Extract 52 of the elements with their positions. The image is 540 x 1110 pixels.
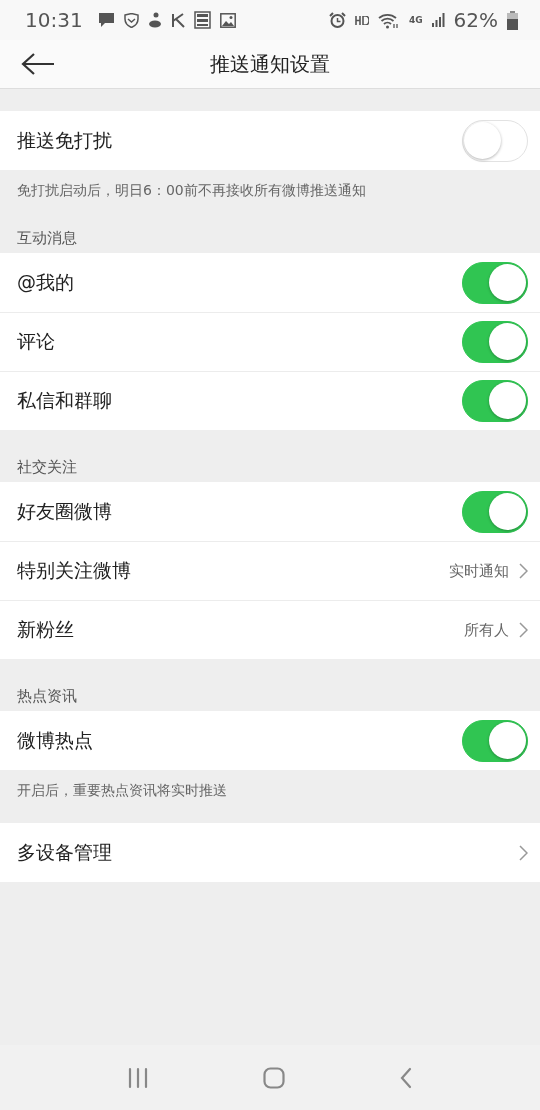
network-type: 4G bbox=[408, 15, 423, 25]
row-label: 评论 bbox=[17, 329, 56, 354]
row-label: @我的 bbox=[17, 269, 75, 295]
row-value: 所有人 bbox=[464, 620, 509, 640]
recent-apps-icon bbox=[127, 1066, 149, 1089]
hd-icon bbox=[354, 15, 369, 25]
toggle-switch[interactable] bbox=[462, 380, 528, 422]
row-label: 私信和群聊 bbox=[17, 388, 113, 413]
settings-row[interactable]: @我的 bbox=[0, 253, 540, 312]
toggle-switch[interactable] bbox=[462, 490, 528, 533]
settings-row[interactable]: 微博热点 bbox=[0, 711, 540, 770]
settings-row[interactable]: 好友圈微博 bbox=[0, 482, 540, 541]
settings-row[interactable]: 私信和群聊 bbox=[0, 371, 540, 430]
chevron-right-icon bbox=[519, 622, 528, 638]
chevron-right-icon bbox=[519, 563, 528, 579]
back-arrow-icon bbox=[21, 52, 55, 76]
toggle-switch[interactable] bbox=[462, 719, 528, 762]
settings-row[interactable]: 评论 bbox=[0, 312, 540, 371]
toggle-switch[interactable] bbox=[462, 261, 528, 304]
signal-icon bbox=[431, 13, 445, 27]
back-icon bbox=[399, 1066, 413, 1089]
k-icon bbox=[170, 12, 185, 28]
settings-row[interactable]: 新粉丝 所有人 bbox=[0, 600, 540, 659]
toggle-switch[interactable] bbox=[462, 321, 528, 363]
section-label: 热点资讯 bbox=[16, 686, 78, 707]
page-title: 推送通知设置 bbox=[210, 50, 330, 78]
section-note: 开启后，重要热点资讯将实时推送 bbox=[16, 781, 228, 800]
home-icon bbox=[263, 1066, 285, 1089]
section-note: 免打扰启动后，明日6：00前不再接收所有微博推送通知 bbox=[16, 181, 367, 200]
settings-row[interactable]: 多设备管理 bbox=[0, 823, 540, 882]
section-label: 社交关注 bbox=[16, 457, 78, 478]
status-time: 10:31 bbox=[25, 8, 83, 32]
row-label: 多设备管理 bbox=[17, 839, 113, 865]
shield-icon bbox=[123, 12, 139, 28]
chevron-right-icon bbox=[519, 844, 528, 861]
alarm-icon bbox=[328, 11, 346, 29]
settings-row[interactable]: 特别关注微博 实时通知 bbox=[0, 541, 540, 600]
wifi-icon bbox=[377, 11, 400, 29]
row-label: 微博热点 bbox=[17, 727, 94, 753]
row-value: 实时通知 bbox=[449, 561, 509, 581]
settings-row[interactable]: 推送免打扰 bbox=[0, 111, 540, 170]
row-label: 好友圈微博 bbox=[17, 498, 113, 524]
row-label: 推送免打扰 bbox=[17, 127, 113, 153]
storage-icon bbox=[193, 11, 211, 29]
row-label: 新粉丝 bbox=[17, 617, 75, 642]
battery-percent: 62% bbox=[453, 8, 498, 32]
image-icon bbox=[219, 12, 236, 28]
message-icon bbox=[97, 12, 115, 28]
row-label: 特别关注微博 bbox=[17, 558, 132, 583]
section-label: 互动消息 bbox=[16, 228, 78, 249]
figure-icon bbox=[147, 12, 162, 28]
battery-icon bbox=[507, 10, 518, 30]
